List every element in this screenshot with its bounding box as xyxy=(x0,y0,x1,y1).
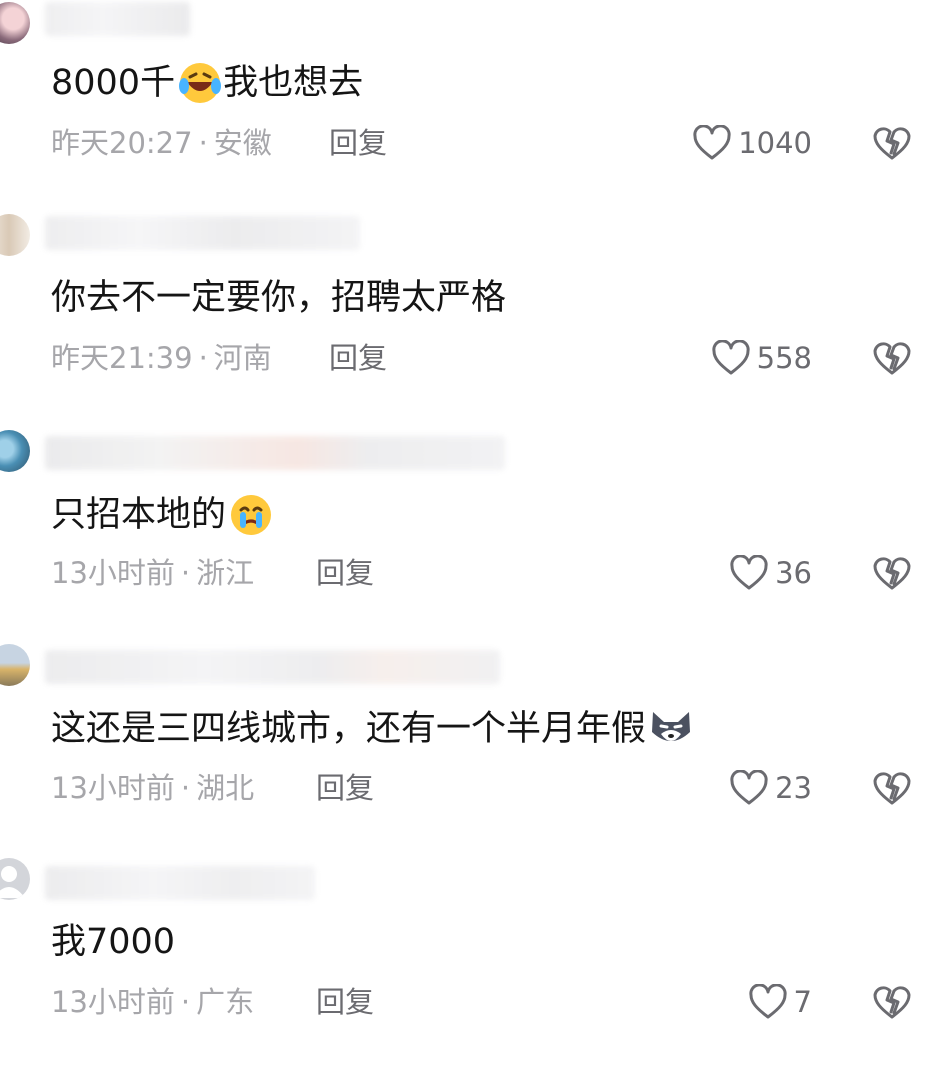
avatar[interactable] xyxy=(0,430,30,472)
comment-time: 13小时前 xyxy=(51,771,175,805)
crying-emoji-icon xyxy=(231,495,272,535)
comment-text-part: 我7000 xyxy=(51,922,176,962)
username-blurred[interactable] xyxy=(45,436,505,470)
like-count: 1040 xyxy=(738,126,812,160)
meta-separator: · xyxy=(198,341,208,375)
comment-meta: 13小时前 · 浙江 xyxy=(51,555,254,591)
heart-icon xyxy=(730,555,768,590)
avatar[interactable] xyxy=(0,214,30,256)
comment-location: 湖北 xyxy=(196,771,255,805)
comment-location: 浙江 xyxy=(196,556,255,590)
comment-item: 8000千 我也想去 昨天20:27 · 安徽 回复 1040 xyxy=(0,0,948,214)
comment-time: 13小时前 xyxy=(51,985,175,1019)
avatar[interactable] xyxy=(0,644,30,686)
comment-time: 昨天21:39 xyxy=(51,341,193,375)
comment-text-part: 只招本地的 xyxy=(51,495,227,535)
laughing-crying-emoji-icon xyxy=(179,63,222,103)
reply-button[interactable]: 回复 xyxy=(329,340,387,376)
broken-heart-icon[interactable] xyxy=(872,983,912,1021)
comment-text-part: 8000千 xyxy=(51,63,176,103)
reply-button[interactable]: 回复 xyxy=(329,125,387,161)
avatar[interactable] xyxy=(0,858,30,900)
like-count: 36 xyxy=(775,556,812,590)
reply-button[interactable]: 回复 xyxy=(316,770,374,806)
broken-heart-icon[interactable] xyxy=(872,124,912,162)
like-button[interactable]: 1040 xyxy=(692,125,812,161)
heart-icon xyxy=(712,340,750,375)
broken-heart-icon[interactable] xyxy=(872,339,912,377)
broken-heart-icon[interactable] xyxy=(872,554,912,592)
username-blurred[interactable] xyxy=(45,650,500,684)
username-blurred[interactable] xyxy=(45,216,360,250)
comment-item: 我7000 13小时前 · 广东 回复 7 xyxy=(0,856,948,1070)
like-count: 7 xyxy=(793,985,812,1019)
comment-text: 我7000 xyxy=(51,920,175,964)
like-button[interactable]: 23 xyxy=(729,770,812,806)
comment-text-part: 这还是三四线城市，还有一个半月年假 xyxy=(51,709,647,749)
heart-icon xyxy=(693,125,731,160)
comment-item: 只招本地的 13小时前 · 浙江 回复 36 xyxy=(0,428,948,642)
comment-meta: 昨天21:39 · 河南 xyxy=(51,340,272,376)
like-count: 558 xyxy=(756,341,812,375)
meta-separator: · xyxy=(180,771,191,805)
meta-separator: · xyxy=(198,126,208,160)
like-button[interactable]: 36 xyxy=(729,555,812,591)
like-button[interactable]: 7 xyxy=(748,984,812,1020)
comment-text: 这还是三四线城市，还有一个半月年假 xyxy=(51,706,694,752)
username-blurred[interactable] xyxy=(45,2,190,36)
comment-text: 只招本地的 xyxy=(51,492,274,538)
heart-icon xyxy=(748,984,787,1019)
meta-separator: · xyxy=(180,556,191,590)
heart-icon xyxy=(730,770,768,805)
comment-location: 河南 xyxy=(213,341,272,375)
comment-item: 你去不一定要你，招聘太严格 昨天21:39 · 河南 回复 558 xyxy=(0,214,948,428)
comment-meta: 昨天20:27 · 安徽 xyxy=(51,125,272,161)
reply-button[interactable]: 回复 xyxy=(316,555,374,591)
comment-location: 安徽 xyxy=(213,126,272,160)
broken-heart-icon[interactable] xyxy=(872,769,912,807)
username-blurred[interactable] xyxy=(45,866,315,900)
comment-time: 昨天20:27 xyxy=(51,126,193,160)
comment-item: 这还是三四线城市，还有一个半月年假 13小时前 · 湖北 回复 23 xyxy=(0,642,948,856)
meta-separator: · xyxy=(180,985,191,1019)
default-avatar-icon xyxy=(0,866,25,898)
comment-text-part: 你去不一定要你，招聘太严格 xyxy=(51,278,507,318)
comment-text: 你去不一定要你，招聘太严格 xyxy=(51,276,506,320)
like-button[interactable]: 558 xyxy=(711,340,812,376)
comment-location: 广东 xyxy=(196,985,255,1019)
comment-time: 13小时前 xyxy=(51,556,175,590)
comment-meta: 13小时前 · 湖北 xyxy=(51,770,254,806)
comment-meta: 13小时前 · 广东 xyxy=(51,984,254,1020)
reply-button[interactable]: 回复 xyxy=(316,984,374,1020)
comment-text: 8000千 我也想去 xyxy=(51,60,363,106)
like-count: 23 xyxy=(775,771,812,805)
husky-dog-emoji-icon xyxy=(652,712,691,741)
avatar[interactable] xyxy=(0,2,30,44)
comment-text-part: 我也想去 xyxy=(223,63,364,103)
